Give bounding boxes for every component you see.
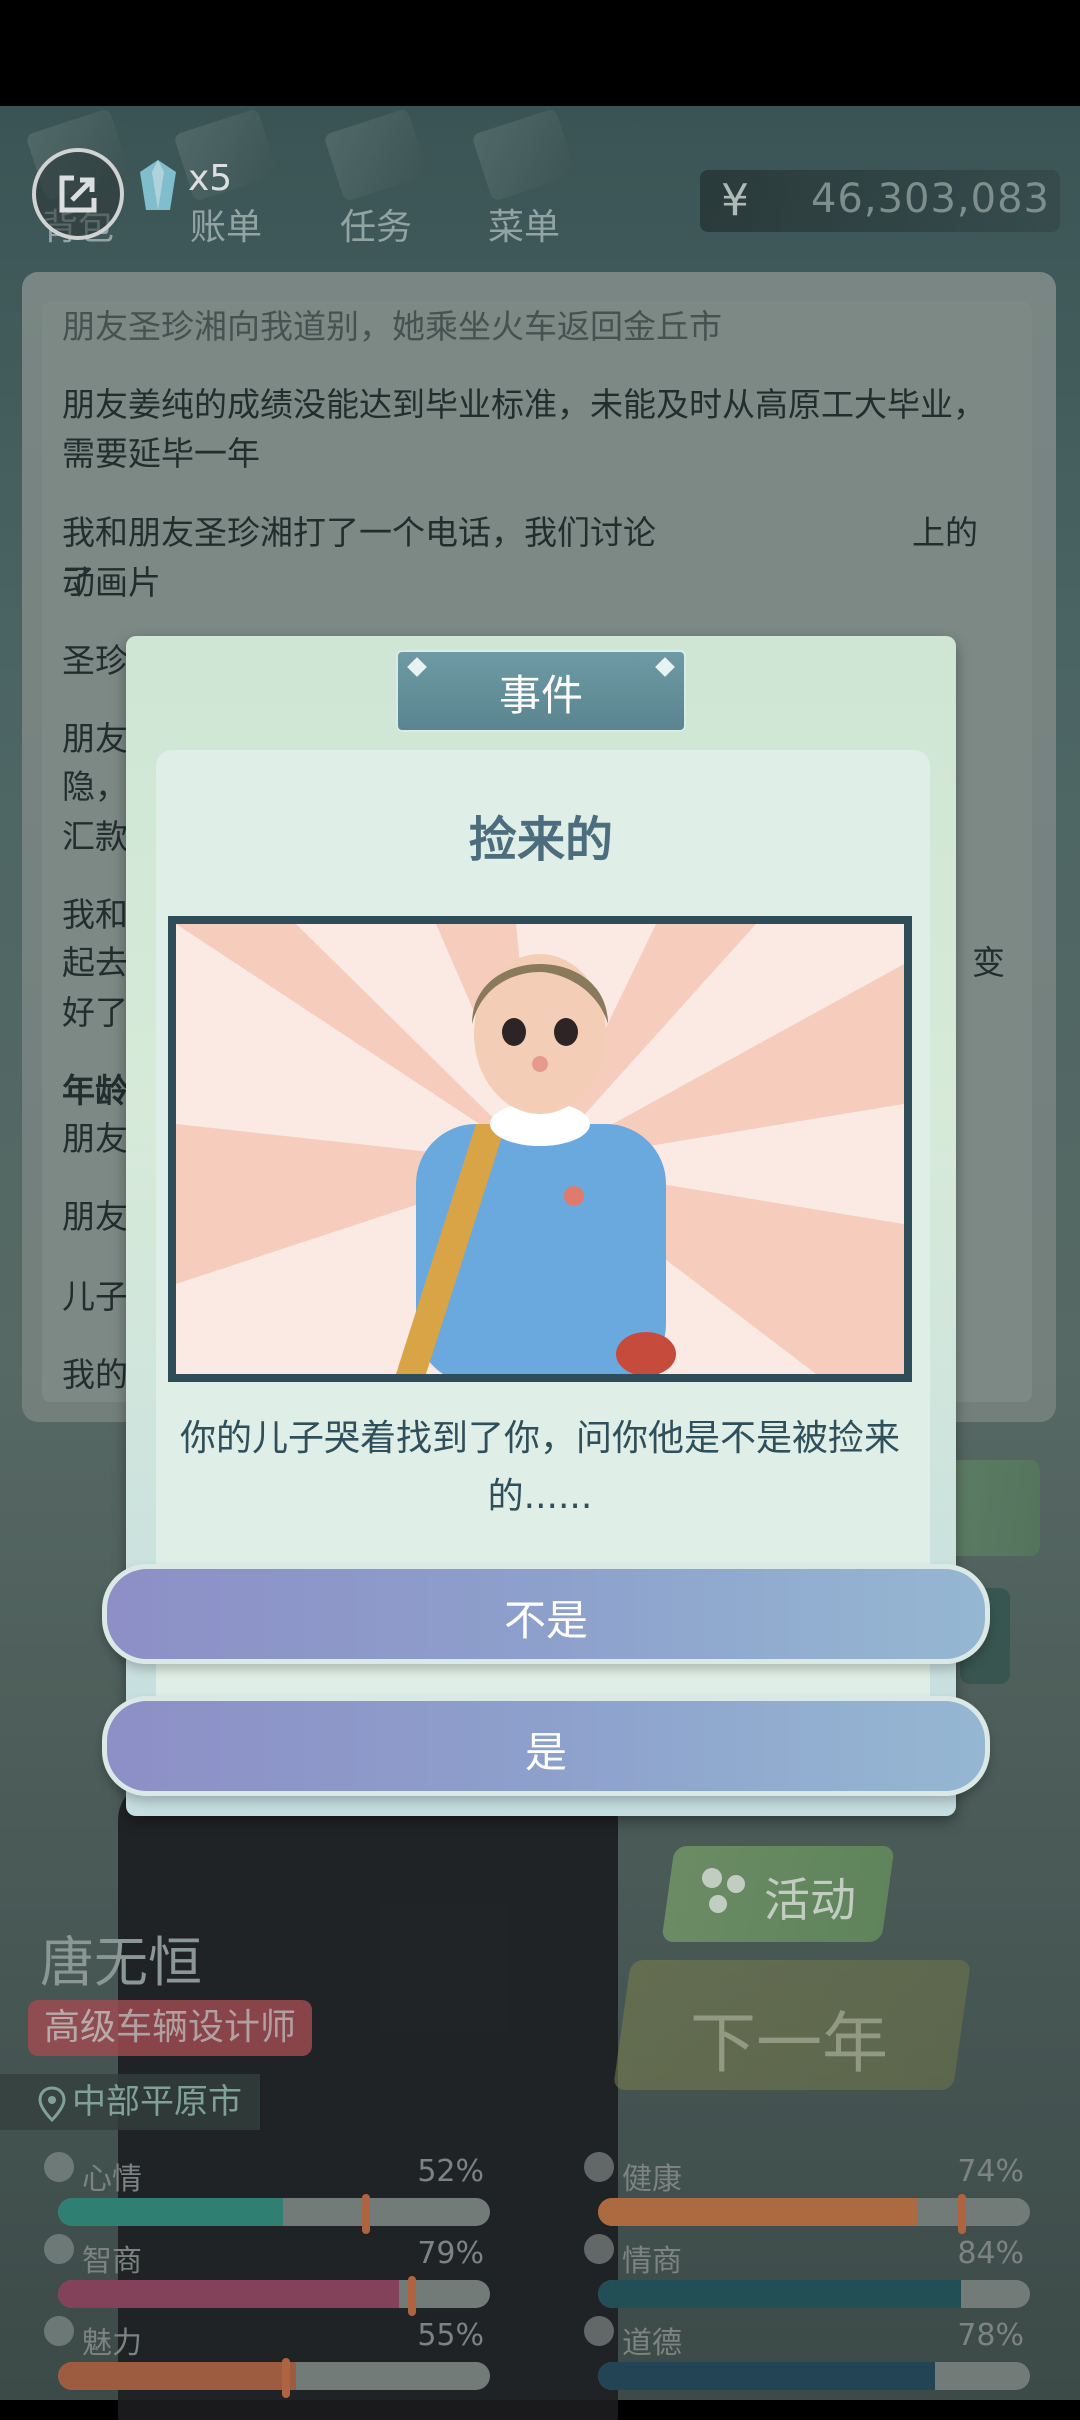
choice-no-button[interactable]: 不是 (102, 1564, 990, 1664)
event-title: 捡来的 (468, 812, 613, 868)
event-tab: 事件 (396, 650, 686, 732)
event-description: 你的儿子哭着找到了你，问你他是不是被捡来的...... (179, 1418, 900, 1517)
status-bar (0, 0, 1080, 106)
choice-yes-button[interactable]: 是 (102, 1696, 990, 1796)
child-illustration (176, 924, 904, 1374)
event-illustration (168, 916, 912, 1382)
